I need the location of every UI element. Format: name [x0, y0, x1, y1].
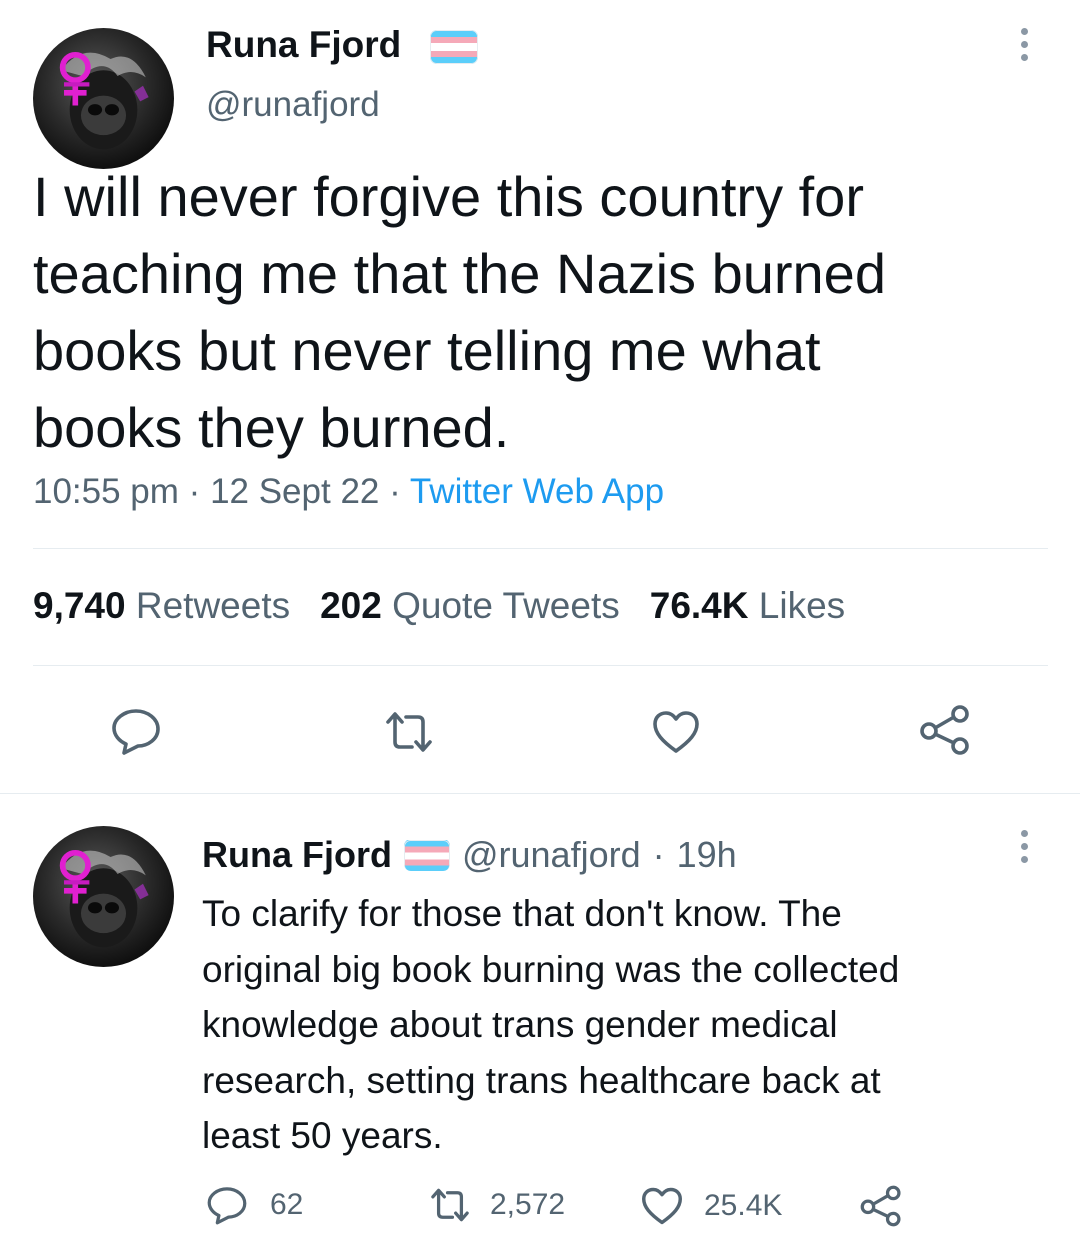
likes-stat[interactable]: 76.4K Likes	[650, 585, 845, 626]
trans-flag-icon	[430, 30, 478, 64]
reply-icon	[112, 709, 160, 755]
like-button[interactable]: 25.4K	[640, 1186, 782, 1226]
retweet-icon	[431, 1188, 469, 1222]
like-count: 25.4K	[704, 1189, 783, 1222]
meta-separator: ·	[188, 472, 201, 511]
retweets-stat[interactable]: 9,740 Retweets	[33, 585, 290, 626]
reply-count: 62	[270, 1188, 304, 1221]
tweet-text: I will never forgive this country for te…	[33, 158, 886, 466]
tweet-time[interactable]: 10:55 pm	[33, 472, 179, 511]
author-name[interactable]: Runa Fjord	[202, 834, 392, 876]
divider	[0, 793, 1080, 794]
tweet-time[interactable]: 19h	[677, 834, 737, 876]
reply-icon	[207, 1187, 247, 1225]
reply-button[interactable]	[110, 707, 162, 755]
tweet-text-line: least 50 years.	[202, 1115, 443, 1156]
tweet-text-line: books they burned.	[33, 396, 510, 459]
tweet-text-line: I will never forgive this country for	[33, 165, 864, 228]
quote-tweets-stat[interactable]: 202 Quote Tweets	[320, 585, 620, 626]
share-button[interactable]	[917, 703, 973, 757]
avatar-image	[59, 849, 149, 948]
divider	[33, 665, 1048, 666]
meta-separator: ·	[652, 834, 665, 875]
tweet-text-line: teaching me that the Nazis burned	[33, 242, 886, 305]
more-icon[interactable]	[1021, 830, 1028, 863]
tweet-text-line: knowledge about trans gender medical	[202, 1004, 838, 1045]
tweet-text-line: To clarify for those that don't know. Th…	[202, 893, 842, 934]
retweet-count: 2,572	[490, 1188, 566, 1221]
like-button[interactable]	[651, 709, 701, 755]
like-icon	[642, 1187, 682, 1225]
reply-button[interactable]: 62	[206, 1185, 303, 1225]
trans-flag-icon	[403, 839, 450, 871]
tweet-text-line: books but never telling me what	[33, 319, 821, 382]
tweet-text: To clarify for those that don't know. Th…	[202, 886, 899, 1164]
retweet-button[interactable]: 2,572	[428, 1187, 565, 1223]
tweet-source-link[interactable]: Twitter Web App	[410, 472, 664, 511]
author-handle[interactable]: @runafjord	[462, 834, 641, 876]
avatar[interactable]	[33, 826, 174, 967]
avatar-image	[59, 51, 149, 150]
tweet-date[interactable]: 12 Sept 22	[210, 472, 379, 511]
reply-header: Runa Fjord @runafjord · 19h	[202, 834, 737, 876]
tweet-stats: 9,740 Retweets 202 Quote Tweets 76.4K Like…	[33, 585, 845, 627]
share-button[interactable]	[858, 1184, 904, 1228]
author-name[interactable]: Runa Fjord	[206, 24, 401, 66]
avatar[interactable]	[33, 28, 174, 169]
divider	[33, 548, 1048, 549]
tweet-text-line: research, setting trans healthcare back …	[202, 1059, 881, 1101]
author-handle[interactable]: @runafjord	[206, 85, 380, 125]
like-icon	[653, 711, 699, 753]
share-icon	[860, 1185, 901, 1227]
more-icon[interactable]	[1021, 28, 1028, 61]
tweet-meta: 10:55 pm · 12 Sept 22 · Twitter Web App	[33, 472, 664, 512]
meta-separator: ·	[389, 472, 401, 511]
share-icon	[920, 705, 969, 755]
retweet-button[interactable]	[382, 710, 436, 754]
tweet-text-line: original big book burning was the collec…	[202, 948, 900, 990]
retweet-icon	[386, 712, 432, 752]
